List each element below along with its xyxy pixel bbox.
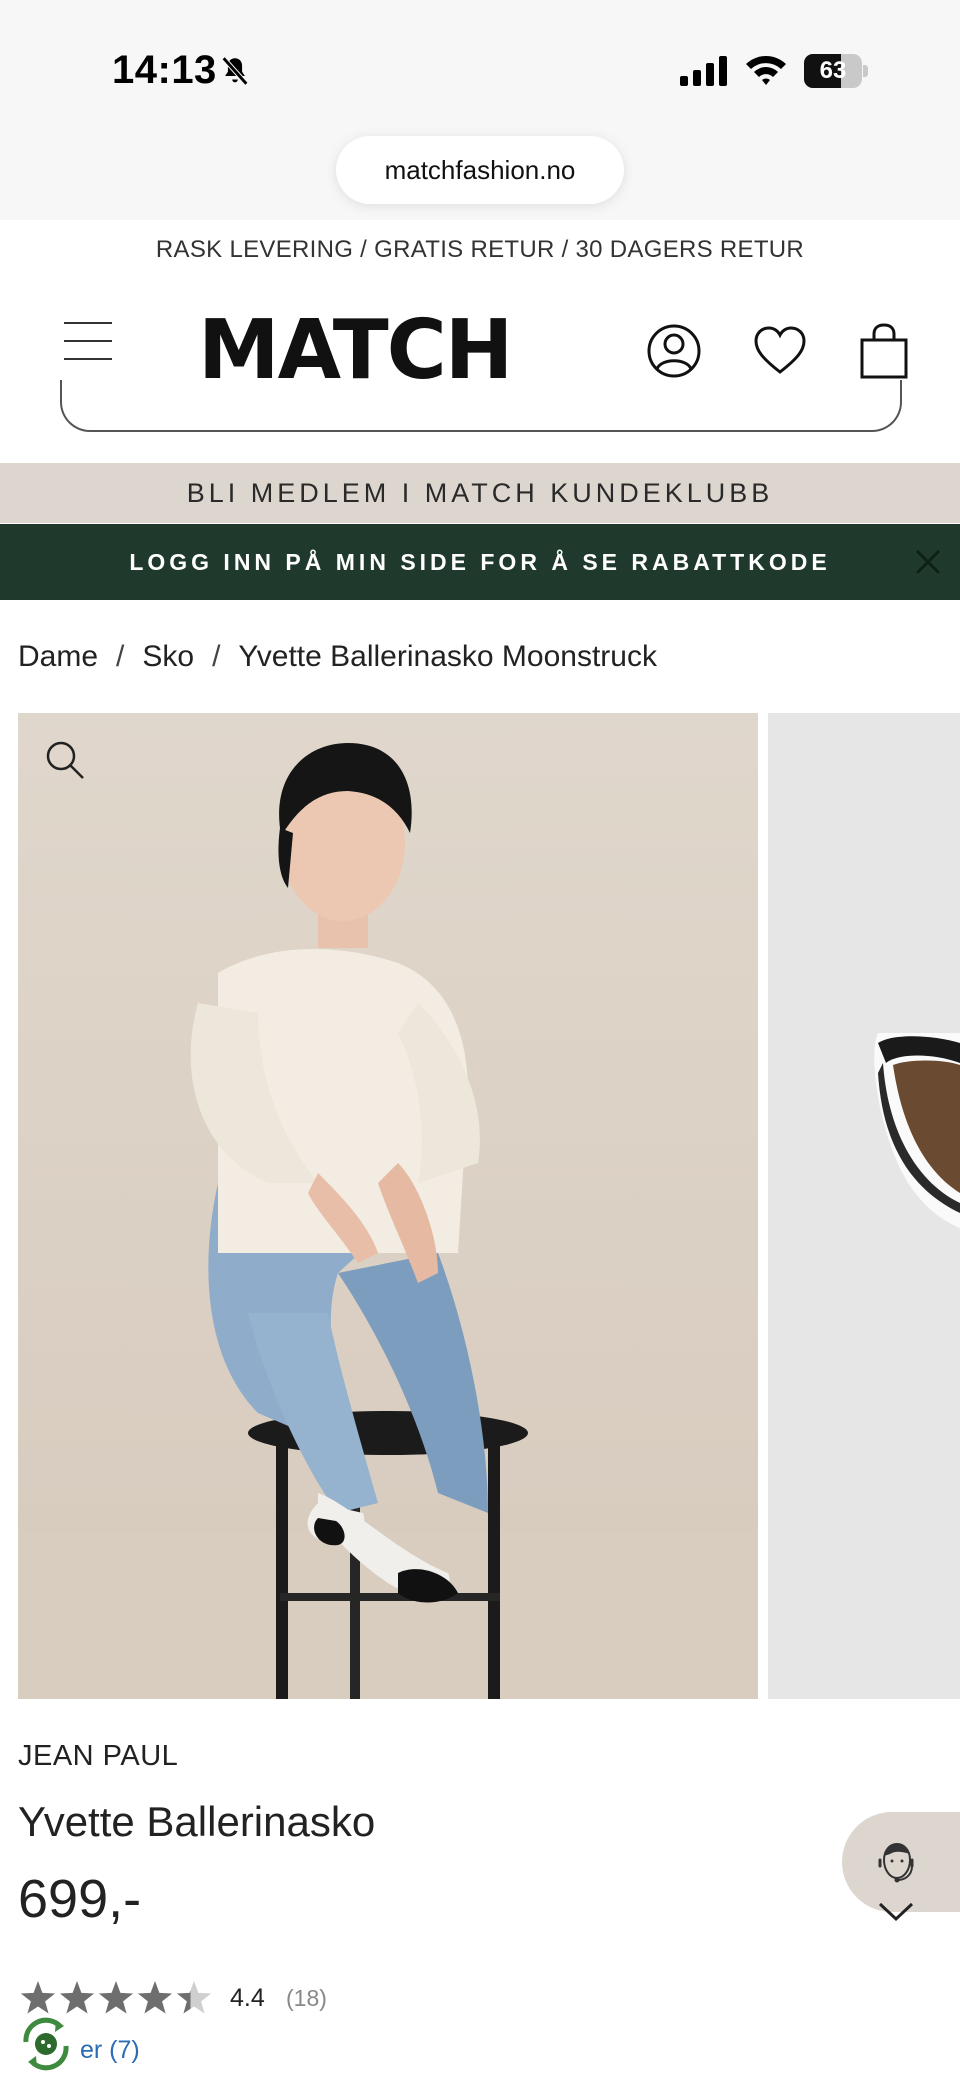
product-gallery[interactable] <box>18 713 960 1699</box>
rating-star <box>176 1981 212 2014</box>
reviews-link[interactable]: er (7) <box>80 2036 140 2065</box>
battery-icon: 63 <box>804 54 868 88</box>
battery-percent: 63 <box>819 57 847 84</box>
support-agent-icon <box>878 1842 914 1883</box>
breadcrumb-item-dame[interactable]: Dame <box>18 640 98 673</box>
signal-icon <box>680 56 727 86</box>
rating-count: (18) <box>286 1985 327 2011</box>
rating-star <box>98 1981 134 2014</box>
url-field[interactable]: matchfashion.no <box>336 136 624 204</box>
account-icon[interactable] <box>646 322 702 380</box>
chevron-down-icon[interactable] <box>876 1900 916 1924</box>
shoe-photo <box>768 713 960 1699</box>
customer-service-button[interactable] <box>842 1812 960 1912</box>
bag-icon[interactable] <box>856 322 912 380</box>
rating-value: 4.4 <box>230 1984 265 2012</box>
product-name: Yvette Ballerinasko <box>18 1798 376 1845</box>
menu-icon[interactable] <box>64 320 116 362</box>
bell-slash-icon <box>221 56 249 86</box>
product-image-shoe[interactable] <box>768 713 960 1699</box>
login-banner[interactable]: LOGG INN PÅ MIN SIDE FOR Å SE RABATTKODE <box>0 524 960 600</box>
rating-star <box>59 1981 95 2014</box>
zoom-icon[interactable] <box>44 739 86 781</box>
heart-icon[interactable] <box>752 322 808 380</box>
login-banner-text: LOGG INN PÅ MIN SIDE FOR Å SE RABATTKODE <box>129 549 831 575</box>
breadcrumb-item-sko[interactable]: Sko <box>142 640 194 673</box>
breadcrumb-item-product: Yvette Ballerinasko Moonstruck <box>238 640 657 673</box>
shipping-info: RASK LEVERING / GRATIS RETUR / 30 DAGERS… <box>155 236 805 263</box>
close-icon[interactable] <box>914 548 942 576</box>
product-image-model[interactable] <box>18 713 758 1699</box>
product-brand[interactable]: JEAN PAUL <box>18 1740 178 1773</box>
browser-address-bar: matchfashion.no <box>0 130 960 220</box>
product-price: 699,- <box>18 1869 142 1929</box>
status-time: 14:13 <box>112 48 217 92</box>
breadcrumb-separator: / <box>212 640 221 673</box>
rating-star <box>137 1981 173 2014</box>
breadcrumb: Dame / Sko / Yvette Ballerinasko Moonstruck <box>18 640 657 674</box>
status-bar: 14:13 63 <box>0 0 960 130</box>
product-rating[interactable]: 4.4 (18) <box>18 1978 418 2018</box>
breadcrumb-separator: / <box>116 640 125 673</box>
club-banner[interactable]: BLI MEDLEM I MATCH KUNDEKLUBB <box>0 463 960 523</box>
model-photo <box>18 713 758 1699</box>
eco-badge-icon[interactable] <box>14 2012 78 2076</box>
rating-star <box>20 1981 56 2014</box>
wifi-icon <box>746 56 786 85</box>
search-bar-outline[interactable] <box>60 380 902 432</box>
